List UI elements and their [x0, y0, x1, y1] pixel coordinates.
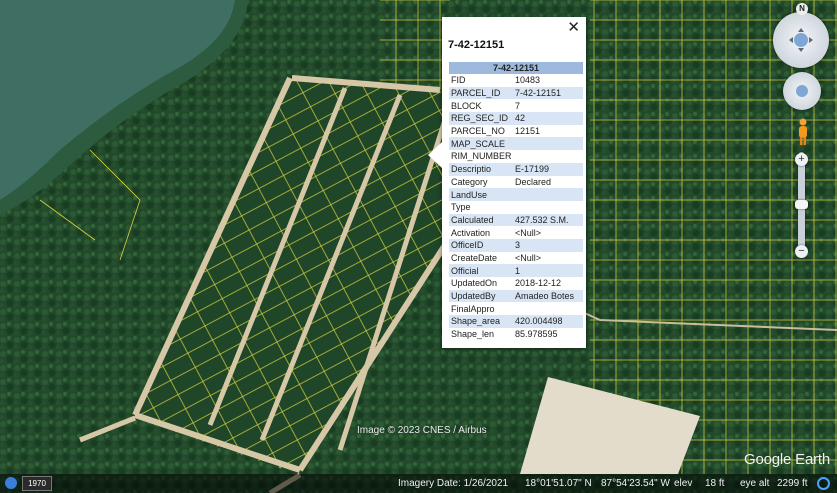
status-bar: 1970 Imagery Date: 1/26/2021 18°01'51.07… — [0, 474, 837, 493]
attribute-row: UpdatedOn 2018-12-12 — [449, 277, 583, 290]
longitude: 87°54'23.54" W — [601, 478, 670, 489]
attribute-key: RIM_NUMBER — [451, 151, 512, 162]
attribute-key: PARCEL_ID — [449, 86, 513, 100]
attribute-row: Category Declared — [449, 176, 583, 189]
attribute-key: FID — [451, 75, 466, 86]
attribute-value: <Null> — [515, 227, 542, 238]
attribute-key: REG_SEC_ID — [449, 112, 513, 125]
compass-arrows-icon — [789, 28, 813, 52]
attribute-value — [513, 150, 583, 163]
attribute-value: E-17199 — [513, 162, 583, 176]
attribute-row: Type — [449, 201, 583, 214]
attribute-key: Shape_area — [449, 315, 513, 328]
attribute-key: Shape_len — [451, 329, 495, 340]
elev-label: elev — [674, 478, 693, 489]
parcel-info-popup: ✕ 7-42-12151 7-42-12151 FID 10483 PARCEL_I… — [428, 17, 586, 348]
attribute-value: 7-42-12151 — [513, 86, 583, 100]
attribute-row: Shape_len 85.978595 — [449, 328, 583, 341]
attribute-value: 1 — [513, 264, 583, 277]
zoom-slider-thumb[interactable] — [795, 200, 808, 209]
historical-imagery-icon[interactable] — [5, 477, 17, 489]
attribute-key: CreateDate — [451, 252, 498, 263]
attribute-value — [513, 137, 583, 151]
attribute-key: MAP_SCALE — [449, 137, 513, 151]
attribute-value: 427.532 S.M. — [513, 213, 583, 227]
attribute-key: Category — [451, 176, 488, 187]
attribute-value: 42 — [513, 112, 583, 125]
satellite-map[interactable] — [0, 0, 837, 493]
attribute-row: BLOCK 7 — [449, 99, 583, 112]
imagery-credit: Image © 2023 CNES / Airbus — [357, 425, 487, 436]
attribute-value — [513, 188, 583, 201]
elev-value: 18 ft — [705, 478, 725, 489]
attribute-key: Type — [451, 202, 471, 213]
parcel-grid-north — [380, 0, 450, 90]
attribute-value: 85.978595 — [515, 329, 558, 340]
attribute-value: 2018-12-12 — [515, 278, 562, 289]
attribute-key: LandUse — [449, 188, 513, 201]
attribute-key: FinalAppro — [451, 303, 495, 314]
attribute-row: UpdatedBy Amadeo Botes — [449, 289, 583, 303]
attribute-key: Calculated — [449, 213, 513, 227]
north-indicator[interactable]: N — [796, 3, 808, 15]
streaming-icon — [817, 477, 830, 490]
attribute-row: Shape_area 420.004498 — [449, 315, 583, 328]
attribute-table: 7-42-12151 FID 10483 PARCEL_ID 7-42-12151 BL… — [449, 62, 583, 340]
attribute-key: PARCEL_NO — [451, 126, 505, 137]
attribute-row: Calculated 427.532 S.M. — [449, 213, 583, 227]
attribute-value: Declared — [515, 176, 552, 187]
attribute-row: OfficeID 3 — [449, 238, 583, 252]
imagery-date: Imagery Date: 1/26/2021 — [398, 478, 509, 489]
attribute-row: PARCEL_ID 7-42-12151 — [449, 86, 583, 100]
attribute-key: BLOCK — [451, 100, 482, 111]
attribute-row: REG_SEC_ID 42 — [449, 112, 583, 125]
attribute-value: 7 — [515, 100, 521, 111]
attribute-row: FinalAppro — [449, 302, 583, 315]
year-badge[interactable]: 1970 — [22, 476, 52, 491]
attribute-row: Official 1 — [449, 264, 583, 277]
google-earth-logo: Google Earth — [744, 451, 830, 468]
eye-alt-value: 2299 ft — [777, 478, 808, 489]
attribute-key: Activation — [451, 227, 491, 238]
popup-title: 7-42-12151 — [448, 39, 505, 51]
eye-alt-label: eye alt — [740, 478, 770, 489]
attribute-key: UpdatedOn — [451, 278, 498, 289]
attribute-row: Descriptio E-17199 — [449, 162, 583, 176]
attribute-value: Amadeo Botes — [513, 289, 583, 303]
attribute-value: 10483 — [515, 75, 541, 86]
attribute-value: 420.004498 — [513, 315, 583, 328]
close-icon[interactable]: ✕ — [567, 19, 580, 37]
attribute-value: 3 — [513, 238, 583, 252]
attribute-value — [513, 302, 583, 315]
attribute-row: Activation <Null> — [449, 226, 583, 239]
attribute-key: Official — [449, 264, 513, 277]
popup-pointer — [428, 142, 442, 168]
hand-icon — [796, 85, 808, 97]
attribute-row: LandUse — [449, 188, 583, 201]
street-view-pegman-icon[interactable] — [797, 118, 809, 146]
zoom-in-button[interactable]: + — [795, 153, 808, 166]
attribute-value: 12151 — [515, 126, 541, 137]
attribute-key: Descriptio — [449, 162, 513, 176]
zoom-out-button[interactable]: − — [795, 245, 808, 258]
attribute-value: <Null> — [515, 252, 542, 263]
attribute-row: PARCEL_NO 12151 — [449, 125, 583, 138]
attribute-row: MAP_SCALE — [449, 137, 583, 151]
attribute-row: FID 10483 — [449, 74, 583, 87]
attribute-row: CreateDate <Null> — [449, 252, 583, 265]
table-header: 7-42-12151 — [449, 62, 583, 74]
attribute-key: OfficeID — [449, 238, 513, 252]
latitude: 18°01'51.07" N — [525, 478, 592, 489]
attribute-key: UpdatedBy — [449, 289, 513, 303]
attribute-value — [513, 201, 583, 214]
attribute-row: RIM_NUMBER — [449, 150, 583, 163]
